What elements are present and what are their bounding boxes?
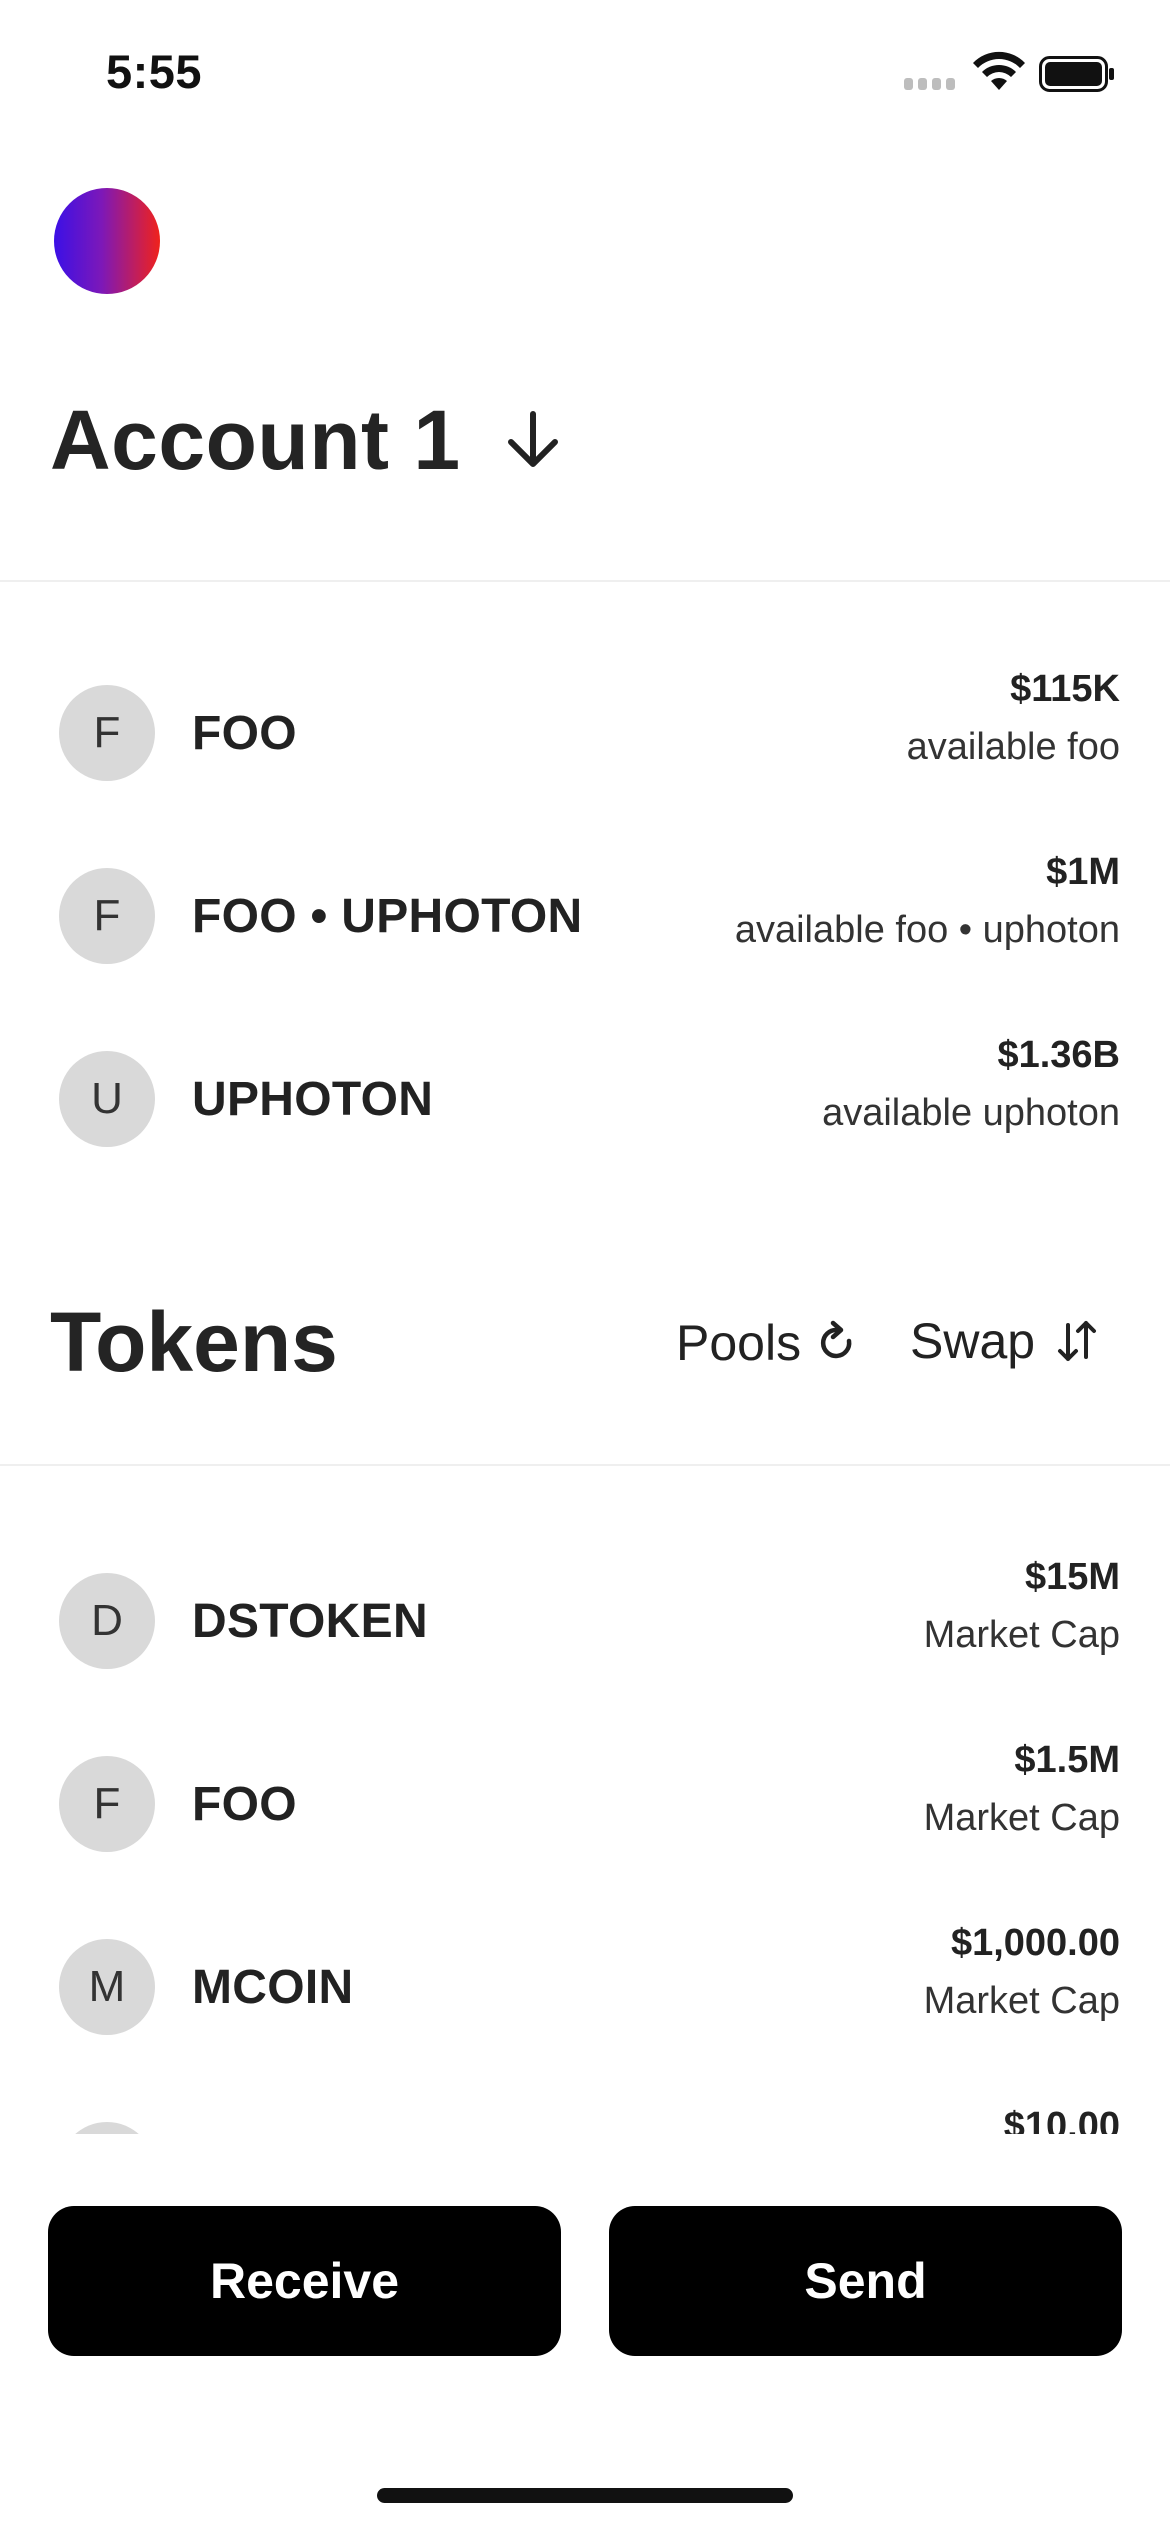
receive-button[interactable]: Receive	[48, 2206, 561, 2356]
pools-button[interactable]: Pools	[676, 1314, 859, 1372]
balance-name: FOO	[192, 707, 297, 760]
status-time: 5:55	[106, 45, 203, 98]
balance-value: $115K	[1010, 668, 1120, 710]
token-row[interactable]: $10.00	[0, 2105, 1170, 2134]
divider	[0, 580, 1170, 582]
tokens-title: Tokens	[50, 1295, 338, 1389]
token-value: $1,000.00	[950, 1922, 1120, 1964]
balance-name: FOO • UPHOTON	[192, 890, 583, 943]
token-avatar: D	[59, 1573, 155, 1669]
token-row[interactable]: M MCOIN $1,000.00 Market Cap	[0, 1922, 1170, 2052]
tokens-header: Tokens Pools Swap	[50, 1290, 1120, 1410]
balance-name: UPHOTON	[192, 1073, 434, 1126]
token-avatar: F	[59, 1756, 155, 1852]
pools-label: Pools	[676, 1315, 802, 1371]
account-avatar[interactable]	[54, 188, 160, 294]
refresh-icon	[821, 1320, 852, 1359]
battery-icon	[1039, 56, 1114, 92]
wifi-icon	[973, 51, 1025, 90]
token-avatar: F	[59, 868, 155, 964]
balance-value: $1M	[1046, 851, 1120, 893]
swap-label: Swap	[910, 1313, 1036, 1369]
balance-value: $1.36B	[997, 1034, 1120, 1076]
account-title: Account 1	[50, 392, 461, 487]
token-avatar: U	[59, 1051, 155, 1147]
token-list[interactable]: D DSTOKEN $15M Market Cap F FOO $1.5M Ma…	[0, 1478, 1170, 2134]
swap-button[interactable]: Swap	[910, 1312, 1099, 1370]
swap-arrows-icon	[1058, 1321, 1097, 1361]
balance-row[interactable]: F FOO • UPHOTON $1M available foo • upho…	[0, 851, 1170, 981]
token-avatar	[59, 2122, 155, 2134]
action-bar: Receive Send	[48, 2206, 1122, 2356]
token-row[interactable]: F FOO $1.5M Market Cap	[0, 1739, 1170, 1869]
home-indicator[interactable]	[377, 2488, 793, 2503]
token-value: $10.00	[1003, 2105, 1120, 2134]
token-name: MCOIN	[192, 1961, 354, 2014]
balance-sub: available foo • uphoton	[734, 909, 1120, 951]
divider	[0, 1464, 1170, 1466]
token-row[interactable]: D DSTOKEN $15M Market Cap	[0, 1556, 1170, 1686]
account-selector[interactable]: Account 1	[50, 380, 565, 500]
balance-sub: available foo	[906, 726, 1120, 768]
token-value: $1.5M	[1014, 1739, 1120, 1781]
token-sub: Market Cap	[923, 1980, 1120, 2022]
token-name: FOO	[192, 1778, 297, 1831]
token-value: $15M	[1024, 1556, 1120, 1598]
send-button[interactable]: Send	[609, 2206, 1122, 2356]
token-avatar: M	[59, 1939, 155, 2035]
token-sub: Market Cap	[923, 1797, 1120, 1839]
token-avatar: F	[59, 685, 155, 781]
balance-row[interactable]: U UPHOTON $1.36B available uphoton	[0, 1034, 1170, 1164]
token-name: DSTOKEN	[192, 1595, 428, 1648]
balance-row[interactable]: F FOO $115K available foo	[0, 668, 1170, 798]
balance-sub: available uphoton	[822, 1092, 1120, 1134]
cellular-signal-icon	[904, 78, 955, 90]
token-sub: Market Cap	[923, 1614, 1120, 1656]
arrow-down-icon	[507, 411, 558, 467]
status-bar: 5:55	[0, 0, 1170, 150]
